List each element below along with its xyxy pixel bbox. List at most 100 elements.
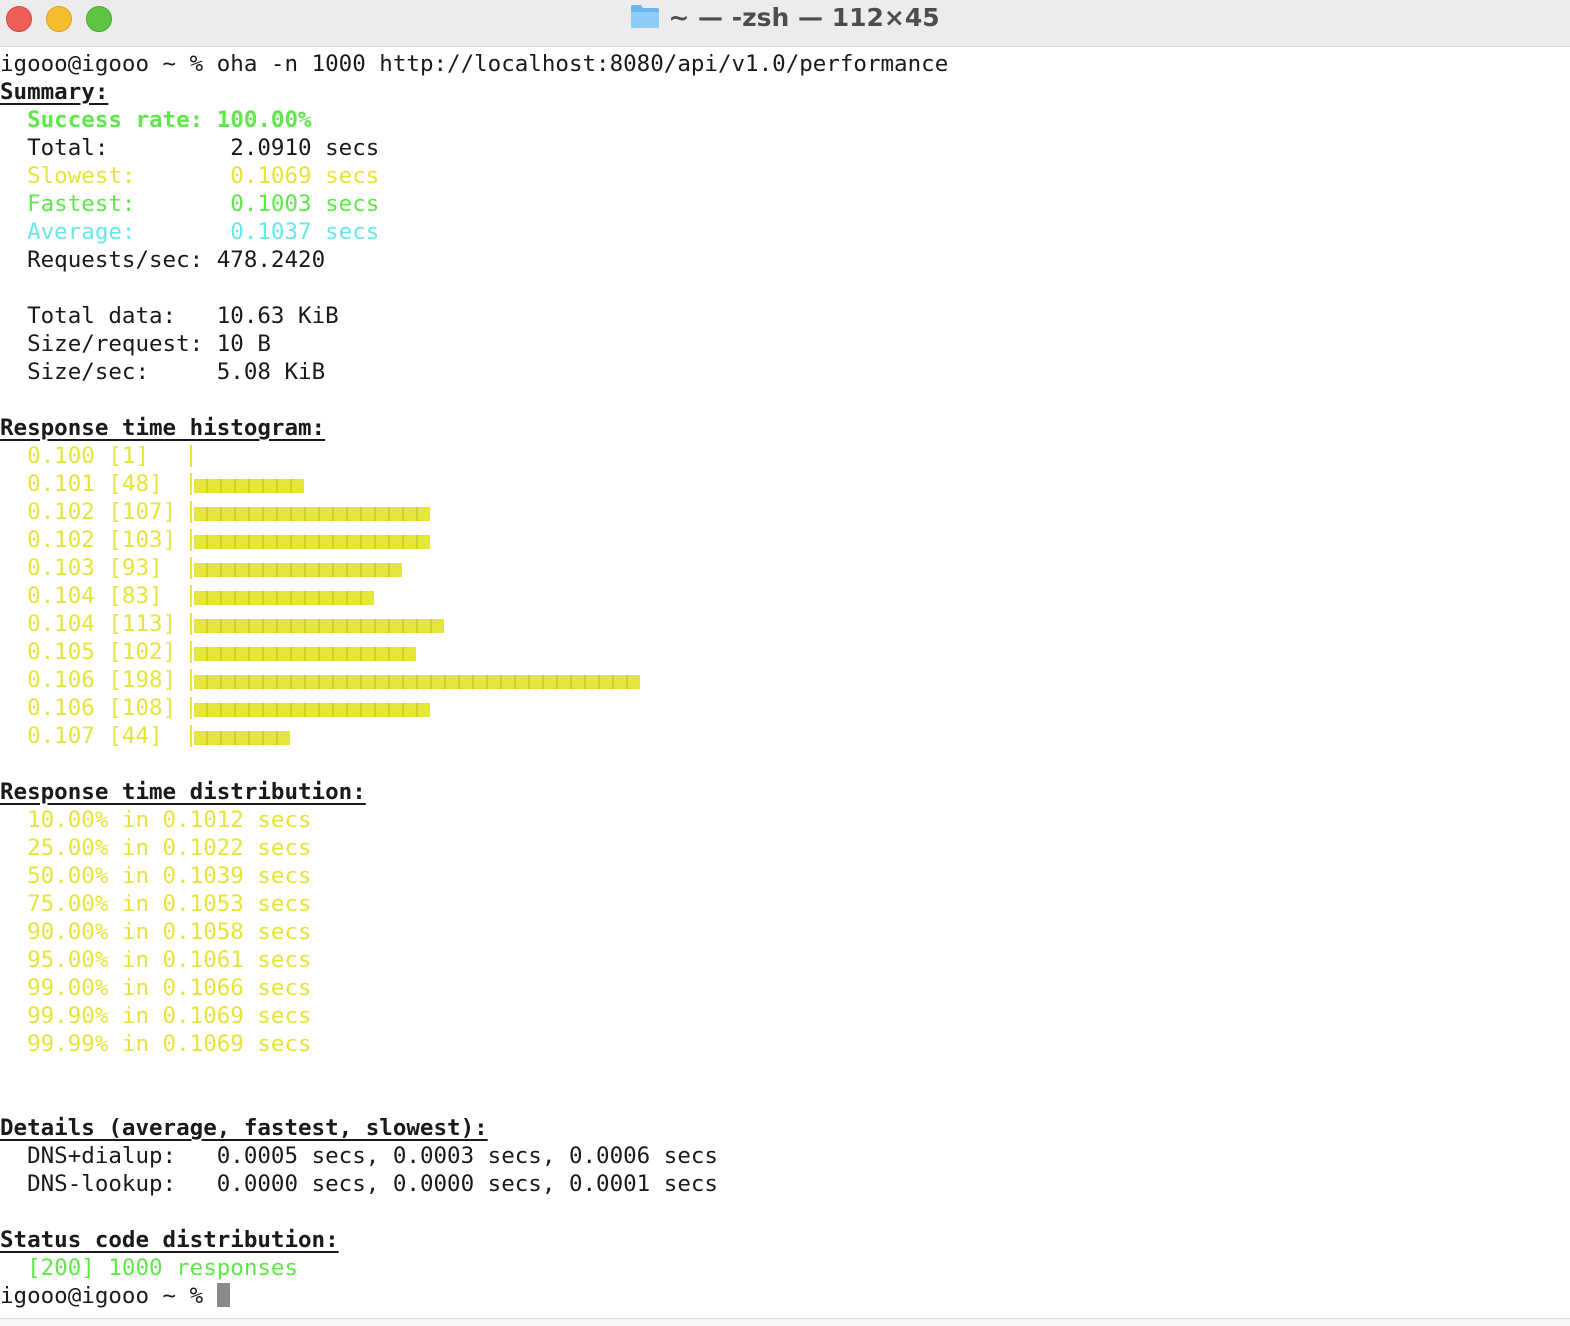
distribution-header: Response time distribution: [0, 779, 366, 805]
rps-value: 478.2420 [216, 247, 326, 273]
histogram-label: 0.104 [113] [27, 611, 177, 637]
histogram-row: 0.104 [83] [0, 582, 1570, 610]
distribution-text: 50.00% in 0.1039 secs [27, 863, 312, 889]
histogram-axis [189, 501, 192, 523]
histogram-bar [193, 647, 416, 661]
histogram-label: 0.107 [44] [27, 723, 177, 749]
distribution-row: 90.00% in 0.1058 secs [0, 918, 1570, 946]
histogram-bar [193, 703, 430, 717]
histogram-bar [193, 591, 374, 605]
histogram-label: 0.105 [102] [27, 639, 177, 665]
slowest-label: Slowest: [27, 163, 136, 189]
distribution-text: 25.00% in 0.1022 secs [27, 835, 312, 861]
histogram-label: 0.103 [93] [27, 555, 177, 581]
histogram-row: 0.100 [1] [0, 442, 1570, 470]
histogram-row: 0.103 [93] [0, 554, 1570, 582]
slowest-value: 0.1069 secs [230, 163, 380, 189]
final-prompt-line[interactable]: igooo@igooo ~ % [0, 1282, 1570, 1310]
title-bar: ~ — -zsh — 112×45 [0, 0, 1570, 47]
window-title-text: ~ — -zsh — 112×45 [668, 3, 940, 32]
command-text: oha -n 1000 http://localhost:8080/api/v1… [216, 51, 949, 77]
histogram-bar [193, 731, 290, 745]
dns-lookup-label: DNS-lookup: [27, 1171, 177, 1197]
histogram: 0.100 [1] 0.101 [48] 0.102 [107] 0.102 [… [0, 442, 1570, 750]
size-sec-label: Size/sec: [27, 359, 150, 385]
histogram-row: 0.107 [44] [0, 722, 1570, 750]
histogram-bar [193, 619, 444, 633]
histogram-axis [189, 725, 192, 747]
total-data-value: 10.63 KiB [216, 303, 339, 329]
fastest-value: 0.1003 secs [230, 191, 380, 217]
histogram-bar [193, 535, 430, 549]
folder-icon [630, 3, 660, 37]
rps-label: Requests/sec: [27, 247, 204, 273]
histogram-row: 0.104 [113] [0, 610, 1570, 638]
distribution-row: 99.99% in 0.1069 secs [0, 1030, 1570, 1058]
distribution-text: 99.90% in 0.1069 secs [27, 1003, 312, 1029]
histogram-label: 0.104 [83] [27, 583, 177, 609]
distribution-text: 99.99% in 0.1069 secs [27, 1031, 312, 1057]
histogram-axis [189, 473, 192, 495]
window-title: ~ — -zsh — 112×45 [0, 2, 1570, 37]
size-request-value: 10 B [216, 331, 271, 357]
dns-dialup-label: DNS+dialup: [27, 1143, 177, 1169]
distribution-row: 50.00% in 0.1039 secs [0, 862, 1570, 890]
total-data-label: Total data: [27, 303, 177, 329]
histogram-row: 0.106 [108] [0, 694, 1570, 722]
status-header: Status code distribution: [0, 1227, 339, 1253]
histogram-label: 0.106 [198] [27, 667, 177, 693]
histogram-bar [193, 675, 640, 689]
dns-dialup-value: 0.0005 secs, 0.0003 secs, 0.0006 secs [216, 1143, 718, 1169]
distribution-text: 95.00% in 0.1061 secs [27, 947, 312, 973]
distribution-row: 95.00% in 0.1061 secs [0, 946, 1570, 974]
histogram-axis [189, 669, 192, 691]
histogram-row: 0.106 [198] [0, 666, 1570, 694]
distribution-text: 90.00% in 0.1058 secs [27, 919, 312, 945]
histogram-axis [189, 529, 192, 551]
terminal-output[interactable]: igooo@igooo ~ % oha -n 1000 http://local… [0, 50, 1570, 1318]
histogram-row: 0.102 [103] [0, 526, 1570, 554]
total-value: 2.0910 secs [230, 135, 380, 161]
distribution-row: 99.90% in 0.1069 secs [0, 1002, 1570, 1030]
size-request-label: Size/request: [27, 331, 204, 357]
final-prompt: igooo@igooo ~ % [0, 1283, 217, 1309]
histogram-bar [193, 507, 430, 521]
distribution-row: 75.00% in 0.1053 secs [0, 890, 1570, 918]
success-rate: Success rate: 100.00% [27, 107, 312, 133]
histogram-row: 0.102 [107] [0, 498, 1570, 526]
terminal-window: ~ — -zsh — 112×45 igooo@igooo ~ % oha -n… [0, 0, 1570, 1326]
histogram-row: 0.105 [102] [0, 638, 1570, 666]
histogram-label: 0.102 [103] [27, 527, 177, 553]
fastest-label: Fastest: [27, 191, 136, 217]
distribution-row: 25.00% in 0.1022 secs [0, 834, 1570, 862]
dns-lookup-value: 0.0000 secs, 0.0000 secs, 0.0001 secs [216, 1171, 718, 1197]
average-label: Average: [27, 219, 136, 245]
histogram-bar [193, 479, 304, 493]
histogram-label: 0.106 [108] [27, 695, 177, 721]
distribution: 10.00% in 0.1012 secs 25.00% in 0.1022 s… [0, 806, 1570, 1058]
total-label: Total: [27, 135, 109, 161]
size-sec-value: 5.08 KiB [216, 359, 326, 385]
histogram-label: 0.101 [48] [27, 471, 177, 497]
histogram-bar [193, 563, 402, 577]
prompt: igooo@igooo ~ % [0, 51, 217, 77]
summary-header: Summary: [0, 79, 109, 105]
status-line: [200] 1000 responses [27, 1255, 299, 1281]
histogram-label: 0.100 [1] [27, 443, 177, 469]
distribution-text: 10.00% in 0.1012 secs [27, 807, 312, 833]
distribution-text: 75.00% in 0.1053 secs [27, 891, 312, 917]
histogram-axis [189, 613, 192, 635]
histogram-row: 0.101 [48] [0, 470, 1570, 498]
average-value: 0.1037 secs [230, 219, 380, 245]
command-line: igooo@igooo ~ % oha -n 1000 http://local… [0, 50, 1570, 78]
histogram-axis [189, 445, 192, 467]
histogram-label: 0.102 [107] [27, 499, 177, 525]
distribution-text: 99.00% in 0.1066 secs [27, 975, 312, 1001]
details-header: Details (average, fastest, slowest): [0, 1115, 488, 1141]
histogram-axis [189, 641, 192, 663]
histogram-axis [189, 697, 192, 719]
text-cursor [216, 1283, 230, 1307]
distribution-row: 10.00% in 0.1012 secs [0, 806, 1570, 834]
histogram-axis [189, 557, 192, 579]
background-window-edge [0, 1318, 1570, 1326]
